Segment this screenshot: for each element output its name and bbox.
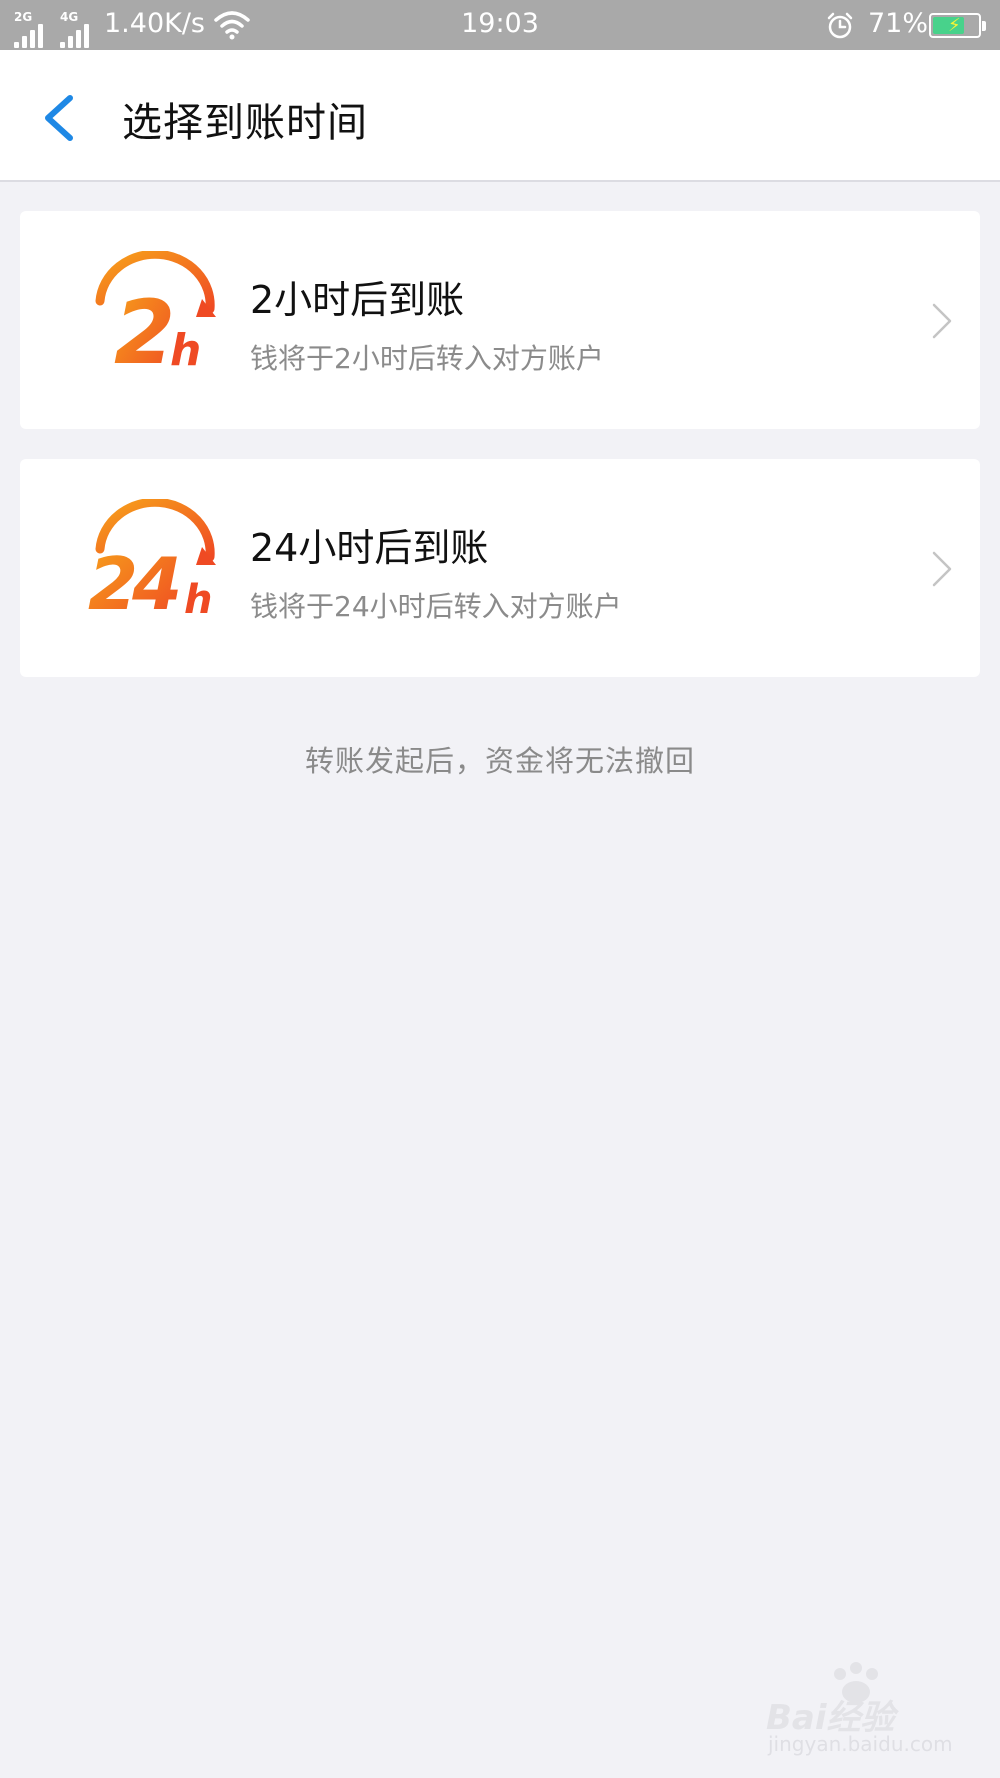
2h-logo-icon: 2 h [95, 251, 216, 381]
svg-text:h: h [184, 577, 212, 623]
option-title: 2小时后到账 [250, 278, 465, 322]
24h-logo-icon: 24 h [88, 499, 216, 626]
irreversible-notice: 转账发起后，资金将无法撤回 [304, 744, 695, 778]
nav-header: 选择到账时间 [0, 50, 1000, 182]
chevron-left-icon [45, 95, 73, 141]
svg-text:h: h [170, 325, 201, 376]
battery-percent: 71% [868, 8, 929, 39]
chevron-right-icon [932, 303, 952, 339]
option-title: 24小时后到账 [250, 526, 489, 570]
svg-text:24: 24 [88, 542, 178, 626]
battery-icon: ⚡ [929, 13, 986, 38]
option-2h[interactable]: 2 h 2小时后到账 钱将于2小时后转入对方账户 [20, 211, 980, 429]
option-subtitle: 钱将于24小时后转入对方账户 [250, 590, 622, 623]
battery-tip [982, 21, 986, 31]
baidu-jingyan-watermark: Bai经验 jingyan.baidu.com [766, 1662, 966, 1762]
watermark-url: jingyan.baidu.com [768, 1732, 953, 1756]
chevron-right-icon [932, 551, 952, 587]
back-button[interactable] [36, 90, 86, 146]
page-title: 选择到账时间 [122, 100, 368, 146]
option-subtitle: 钱将于2小时后转入对方账户 [250, 342, 604, 375]
charging-bolt-icon: ⚡ [948, 15, 961, 36]
svg-text:2: 2 [114, 281, 175, 381]
option-24h[interactable]: 24 h 24小时后到账 钱将于24小时后转入对方账户 [20, 459, 980, 677]
alarm-icon [827, 12, 853, 39]
status-bar: 2G 4G 1.40K/s 19:03 71% ⚡ [0, 0, 1000, 50]
